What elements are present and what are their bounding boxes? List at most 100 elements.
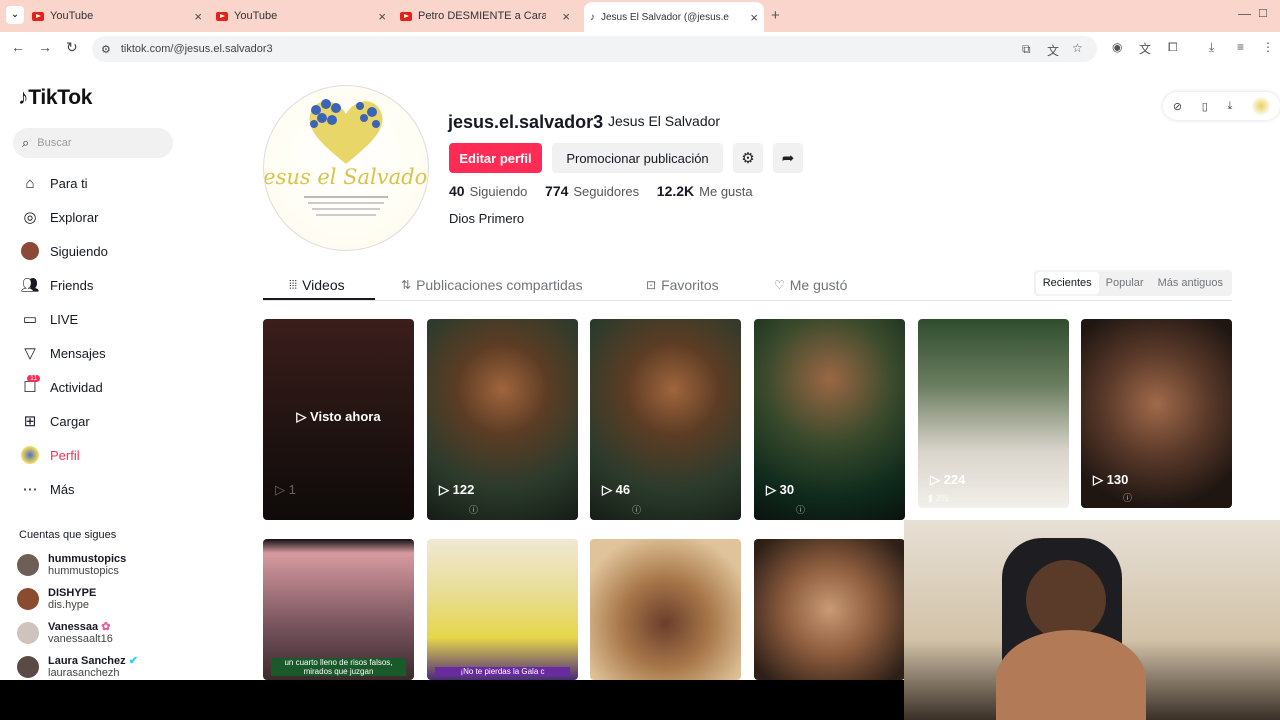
nav-cargar[interactable]: ⊞ Cargar (19, 409, 90, 433)
browser-tab[interactable]: YouTube × (32, 4, 208, 28)
device-icon[interactable]: ▯ (1202, 100, 1208, 113)
translate-icon[interactable]: 文 (1047, 42, 1059, 59)
video-thumbnail[interactable]: ▷ Visto ahora ▷ 1 (263, 319, 414, 520)
search-placeholder: Buscar (37, 137, 72, 149)
close-tab-icon[interactable]: × (562, 9, 570, 24)
watched-now-label: ▷ Visto ahora (296, 409, 381, 424)
search-input[interactable]: ⌕ Buscar (13, 128, 173, 158)
extension-translate-icon[interactable]: 文 (1139, 40, 1151, 57)
close-tab-icon[interactable]: × (194, 9, 202, 24)
letterbox-bar (0, 680, 904, 720)
tiktok-logo[interactable]: ♪TikTok (18, 86, 92, 110)
profile-avatar[interactable]: Jesus el Salvador (263, 85, 429, 251)
video-thumbnail[interactable]: ▷ 30 ⓘ (754, 319, 905, 520)
tab-reposts[interactable]: ⇅ Publicaciones compartidas (401, 270, 583, 300)
download-icon[interactable]: ⤓ (1209, 40, 1214, 55)
close-tab-icon[interactable]: × (378, 9, 386, 24)
video-thumbnail[interactable]: un cuarto lleno de risos falsos, mirados… (263, 539, 414, 680)
video-thumbnail[interactable] (590, 539, 741, 680)
notification-badge: 11 (27, 375, 41, 382)
nav-friends[interactable]: 👥︎ Friends (19, 273, 93, 297)
new-tab-icon[interactable]: + (771, 7, 780, 24)
nav-label: Actividad (50, 379, 103, 395)
nav-label: Para ti (50, 175, 88, 191)
forward-icon[interactable]: → (38, 39, 52, 55)
share-icon[interactable]: ➦ (773, 143, 803, 173)
video-thumbnail[interactable] (754, 539, 905, 680)
search-icon: ⌕ (22, 135, 30, 150)
nav-explorar[interactable]: ◎ Explorar (19, 205, 98, 229)
site-info-icon[interactable]: ⚙ (101, 43, 111, 56)
nav-para-ti[interactable]: ⌂ Para ti (19, 171, 88, 195)
browser-tab-active[interactable]: ♪ Jesus El Salvador (@jesus.el.salv × (584, 2, 764, 32)
sort-popular[interactable]: Popular (1099, 272, 1151, 294)
install-app-icon[interactable]: ⧉ (1022, 42, 1031, 57)
tab-title: Petro DESMIENTE a Caracol po (418, 10, 546, 22)
grid-icon: ⦙⦙⦙ (289, 277, 298, 292)
profile-icon (19, 446, 41, 465)
tab-title: Jesus El Salvador (@jesus.el.salv (601, 11, 729, 23)
url-field[interactable]: ⚙ tiktok.com/@jesus.el.salvador3 ⧉ 文 ☆ (92, 36, 1097, 62)
sort-oldest[interactable]: Más antiguos (1151, 272, 1230, 294)
followers-stat[interactable]: 774 Seguidores (545, 183, 639, 199)
bookmark-star-icon[interactable]: ☆ (1072, 41, 1083, 55)
close-tab-icon[interactable]: × (750, 10, 758, 25)
browser-tab-strip: ⌄ YouTube × YouTube × Petro DESMIENTE a … (0, 0, 1280, 32)
sort-recent[interactable]: Recientes (1035, 272, 1099, 294)
following-avatar-icon (19, 242, 41, 261)
nav-mensajes[interactable]: ▽ Mensajes (19, 341, 105, 365)
download-icon[interactable]: ⤓ (1228, 100, 1233, 113)
reload-icon[interactable]: ↻ (66, 39, 78, 56)
reading-list-icon[interactable]: ≡ (1237, 40, 1244, 54)
friends-icon: 👥︎ (20, 277, 40, 294)
nav-actividad[interactable]: ☐ 11 Actividad (19, 375, 103, 399)
verified-badge-icon: ✔ (128, 655, 138, 667)
home-icon: ⌂ (25, 174, 35, 192)
tab-list-dropdown-icon[interactable]: ⌄ (6, 6, 24, 24)
active-tab-underline (263, 298, 375, 300)
following-account[interactable]: hummustopics hummustopics (17, 550, 126, 580)
tab-liked[interactable]: ♡ Me gustó (774, 270, 847, 300)
browser-tab[interactable]: Petro DESMIENTE a Caracol po × (400, 4, 576, 28)
promote-post-button[interactable]: Promocionar publicación (552, 143, 723, 173)
minimize-icon[interactable]: — (1238, 6, 1251, 21)
back-icon[interactable]: ← (11, 39, 25, 55)
extensions-puzzle-icon[interactable]: ⧠ (1168, 40, 1178, 55)
nav-mas[interactable]: ⋯ Más (19, 477, 75, 501)
avatar (17, 588, 39, 610)
following-account[interactable]: DISHYPE dis.hype (17, 584, 96, 614)
following-account[interactable]: Vanessaa ✿ vanessaalt16 (17, 618, 113, 648)
messages-icon: ▽ (24, 345, 36, 362)
nav-siguiendo[interactable]: Siguiendo (19, 239, 108, 263)
video-thumbnail[interactable]: ▷ 224 ▮ 3% (918, 319, 1069, 508)
tab-videos[interactable]: ⦙⦙⦙ Videos (289, 270, 345, 300)
video-thumbnail[interactable]: ▷ 122 ⓘ (427, 319, 578, 520)
upload-icon: ⊞ (23, 413, 37, 430)
floating-toolbar: ⊘ ▯ ⤓ (1163, 92, 1280, 120)
following-account[interactable]: Laura Sanchez ✔ laurasanchezh (17, 652, 138, 680)
compass-icon[interactable]: ⊘ (1173, 100, 1182, 113)
avatar-script-text: Jesus el Salvador (264, 165, 428, 189)
more-icon: ⋯ (22, 481, 38, 498)
nav-live[interactable]: ▭ LIVE (19, 307, 78, 331)
browser-tab[interactable]: YouTube × (216, 4, 392, 28)
nav-perfil[interactable]: Perfil (19, 443, 80, 467)
video-thumbnail[interactable]: ▷ 130 ⓘ (1081, 319, 1232, 508)
video-thumbnail[interactable]: ¡No te pierdas la Gala c (427, 539, 578, 680)
following-stat[interactable]: 40 Siguiendo (449, 183, 527, 199)
video-thumbnail[interactable]: ▷ 46 ⓘ (590, 319, 741, 520)
tab-title: YouTube (50, 10, 94, 22)
settings-gear-icon[interactable]: ⚙ (733, 143, 763, 173)
account-name: Vanessaa ✿ (48, 621, 111, 633)
extension-icon[interactable]: ◉ (1112, 40, 1122, 54)
user-avatar[interactable] (1252, 97, 1271, 115)
account-name: hummustopics (48, 553, 127, 565)
live-icon: ▭ (22, 311, 38, 328)
maximize-icon[interactable]: ☐ (1258, 7, 1268, 20)
likes-stat: 12.2K Me gusta (656, 183, 753, 199)
nav-label: Explorar (50, 209, 99, 225)
edit-profile-button[interactable]: Editar perfil (449, 143, 542, 173)
tab-favorites[interactable]: ⊡ Favoritos (646, 270, 719, 300)
progress-label: ▮ 3% (928, 493, 949, 503)
browser-menu-icon[interactable]: ⋮ (1262, 40, 1274, 54)
